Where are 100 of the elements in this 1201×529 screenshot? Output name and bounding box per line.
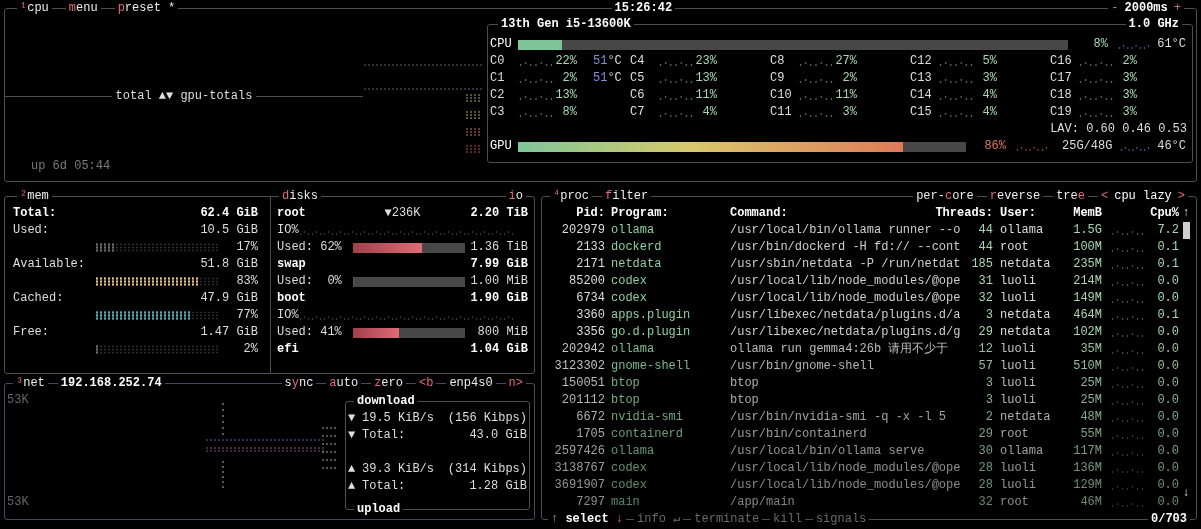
disk-used-label: Used: 62% (277, 239, 343, 256)
disk-size: 1.04 GiB (469, 341, 528, 358)
pid-cell-text: 2597426 (553, 443, 605, 460)
core-label: C12 (910, 53, 933, 70)
core-label: C3 (490, 104, 506, 121)
scrollbar-thumb[interactable] (1182, 222, 1190, 239)
core-percent: 2% (841, 70, 857, 87)
core-temperature: 51°C (593, 53, 622, 70)
increase-button[interactable]: + (1173, 0, 1181, 17)
disk-used: 1.36 TiB (469, 239, 528, 256)
down-arrow-icon: ▼ (348, 410, 362, 427)
cpu-cell-text: 0.0 (1156, 324, 1179, 341)
core-percent: 22% (554, 53, 577, 70)
upload-title: upload (354, 501, 404, 518)
command-cell: /usr/sbin/netdata -P /run/netdat (730, 256, 962, 273)
memory-cell-text: 35M (1079, 341, 1102, 358)
mem-label: Used: (13, 222, 49, 239)
core-percent: 3% (1121, 87, 1137, 104)
core-percent: 13% (694, 70, 717, 87)
next-sort-button[interactable]: > (1177, 188, 1185, 205)
pid-cell-text: 3356 (575, 324, 605, 341)
cpu-cell-text: 0.0 (1156, 290, 1179, 307)
mem-value: 62.4 GiB (200, 205, 258, 222)
panel-tab[interactable]: ⁴proc (550, 188, 592, 205)
program-cell-text: ollama (611, 222, 656, 239)
core-percent: 4% (701, 104, 717, 121)
net-control[interactable]: enp4s0 (446, 375, 496, 392)
traffic-value: 43.0 GiB (469, 427, 527, 444)
disk-size: 1.90 GiB (469, 290, 528, 307)
core-percent: 2% (561, 70, 577, 87)
decrease-button[interactable]: - (1111, 0, 1119, 17)
threads-cell-text: 28 (977, 477, 993, 494)
core-label: C19 (1050, 104, 1073, 121)
memory-cell-text: 136M (1072, 460, 1102, 477)
user-cell-text: luoli (1000, 460, 1037, 477)
up-arrow-icon: ▲ (348, 461, 362, 478)
panel-tab[interactable]: ¹cpu (17, 0, 52, 17)
mem-percent: 17% (235, 239, 258, 256)
cpu-cell-text: 0.0 (1156, 341, 1179, 358)
threads-cell-text: 29 (977, 324, 993, 341)
pid-cell-text: 3138767 (553, 460, 605, 477)
cpu-label: CPU (490, 36, 513, 53)
traffic-value: 1.28 GiB (469, 478, 527, 495)
mem-value: 10.5 GiB (200, 222, 258, 239)
core-label: C15 (910, 104, 933, 121)
core-label: C7 (630, 104, 646, 121)
column-header: Cpu% (1149, 205, 1179, 222)
cpu-cell-text: 0.0 (1156, 443, 1179, 460)
disk-used-label: Used: 0% (277, 273, 343, 290)
cpu-cell-text: 0.0 (1156, 273, 1179, 290)
mem-value: 1.47 GiB (200, 324, 258, 341)
update-interval: 2000ms (1124, 0, 1168, 17)
pid-cell-text: 202979 (560, 222, 605, 239)
memory-cell-text: 1.5G (1072, 222, 1102, 239)
user-cell-text: ollama (1000, 443, 1045, 460)
user-cell-text: luoli (1000, 477, 1037, 494)
program-cell-text: codex (611, 290, 648, 307)
mem-value: 51.8 GiB (200, 256, 258, 273)
scroll-up-icon[interactable]: ↑ (1182, 205, 1190, 222)
panel-tab[interactable]: preset * (114, 0, 179, 17)
program-cell-text: main (611, 494, 641, 511)
pid-cell-text: 150051 (560, 375, 605, 392)
cpu-cell-text: 0.1 (1156, 307, 1179, 324)
uptime: up 6d 05:44 (31, 158, 111, 175)
pid-cell-text: 85200 (568, 273, 605, 290)
memory-cell-text: 149M (1072, 290, 1102, 307)
cpu-cell-text: 0.0 (1156, 460, 1179, 477)
memory-cell-text: 46M (1079, 494, 1102, 511)
command-cell-text: /usr/bin/gnome-shell (730, 358, 876, 375)
mem-label: Cached: (13, 290, 64, 307)
command-cell-text: ollama run gemma4:26b 请用不少于 (730, 341, 950, 358)
command-cell: /usr/local/lib/node_modules/@ope (730, 273, 962, 290)
threads-cell-text: 44 (977, 222, 993, 239)
column-header: User: (1000, 205, 1037, 222)
user-cell-text: netdata (1000, 409, 1052, 426)
core-label: C16 (1050, 53, 1073, 70)
cpu-cell-text: 7.2 (1156, 222, 1179, 239)
program-cell-text: codex (611, 460, 648, 477)
core-label: C13 (910, 70, 933, 87)
command-cell-text: /usr/bin/containerd (730, 426, 868, 443)
memory-cell-text: 55M (1079, 426, 1102, 443)
mem-label: Available: (13, 256, 85, 273)
gpu-temperature: 46°C (1157, 138, 1187, 155)
cpu-percent: 8% (1092, 36, 1108, 53)
user-cell-text: ollama (1000, 222, 1045, 239)
command-cell: /usr/libexec/netdata/plugins.d/g (730, 324, 962, 341)
core-label: C18 (1050, 87, 1073, 104)
user-cell-text: netdata (1000, 256, 1052, 273)
user-cell-text: luoli (1000, 358, 1037, 375)
program-cell-text: containerd (611, 426, 684, 443)
core-percent: 4% (981, 87, 997, 104)
program-cell-text: netdata (611, 256, 663, 273)
graph-label: total ▲▼ gpu-totals (114, 87, 254, 105)
cpu-cell-text: 0.0 (1156, 409, 1179, 426)
memory-cell-text: 235M (1072, 256, 1102, 273)
memory-cell-text: 25M (1079, 375, 1102, 392)
mem-percent: 77% (235, 307, 258, 324)
pid-cell-text: 6734 (575, 290, 605, 307)
scroll-down-icon[interactable]: ↓ (1182, 485, 1190, 502)
previous-sort-button[interactable]: < (1101, 188, 1109, 205)
